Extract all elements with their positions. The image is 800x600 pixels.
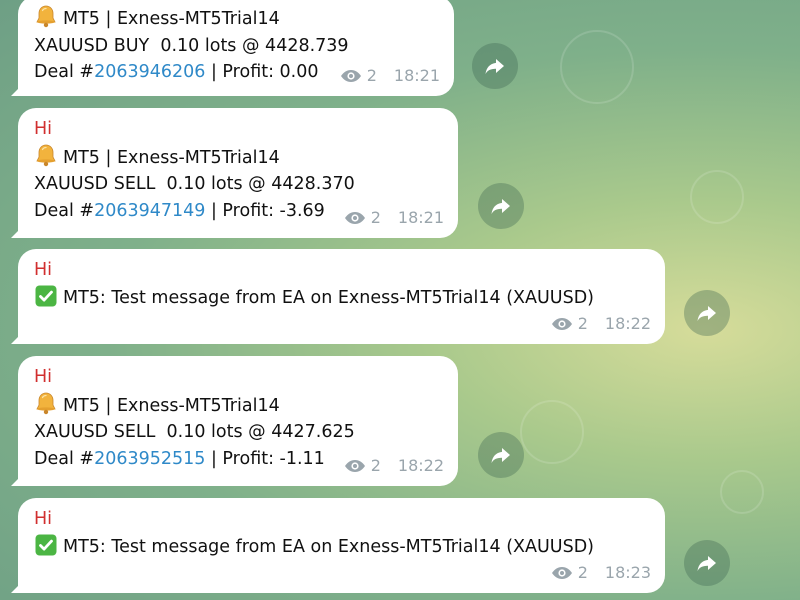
message-bubble[interactable]: Hi MT5 | Exness-MT5Trial14 XAUUSD SELL 0… <box>18 356 458 486</box>
deal-id-link[interactable]: 2063947149 <box>94 201 205 221</box>
background-doodle <box>720 470 764 514</box>
message-bubble[interactable]: Hi MT5 | Exness-MT5Trial14 XAUUSD SELL 0… <box>18 108 458 238</box>
background-doodle <box>520 400 584 464</box>
deal-id-link[interactable]: 2063946206 <box>94 62 205 82</box>
message-line: XAUUSD BUY 0.10 lots @ 4428.739 <box>34 35 349 56</box>
message-bubble[interactable]: MT5 | Exness-MT5Trial14 XAUUSD BUY 0.10 … <box>18 0 454 96</box>
message-time: 18:21 <box>393 65 440 85</box>
message-line: XAUUSD SELL 0.10 lots @ 4427.625 <box>34 422 355 442</box>
views-eye-icon <box>340 69 362 83</box>
view-count: 2 <box>577 562 588 582</box>
bell-icon <box>34 391 58 415</box>
view-count: 2 <box>577 313 588 333</box>
view-count: 2 <box>370 455 381 475</box>
view-count: 2 <box>366 65 377 85</box>
message-meta: 2 18:21 <box>340 63 440 90</box>
check-mark-icon <box>34 533 58 557</box>
views-eye-icon <box>344 459 366 473</box>
message-meta: 2 18:22 <box>551 311 651 338</box>
views-eye-icon <box>344 211 366 225</box>
forward-button[interactable] <box>478 432 524 478</box>
message-line: MT5 | Exness-MT5Trial14 <box>34 4 438 33</box>
message-bubble[interactable]: Hi MT5: Test message from EA on Exness-M… <box>18 249 665 344</box>
message-meta: 2 18:21 <box>344 205 444 232</box>
views-eye-icon <box>551 566 573 580</box>
message-line: MT5 | Exness-MT5Trial14 <box>34 391 442 420</box>
share-arrow-icon <box>489 443 513 467</box>
message-line: XAUUSD SELL 0.10 lots @ 4428.370 <box>34 174 355 194</box>
forward-button[interactable] <box>478 183 524 229</box>
share-arrow-icon <box>489 194 513 218</box>
message-line: MT5: Test message from EA on Exness-MT5T… <box>34 284 649 312</box>
sender-name[interactable]: Hi <box>34 257 649 284</box>
share-arrow-icon <box>695 301 719 325</box>
forward-button[interactable] <box>472 43 518 89</box>
message-time: 18:21 <box>397 207 444 227</box>
forward-button[interactable] <box>684 540 730 586</box>
background-doodle <box>560 30 634 104</box>
views-eye-icon <box>551 317 573 331</box>
sender-name[interactable]: Hi <box>34 116 442 143</box>
sender-name[interactable]: Hi <box>34 506 649 533</box>
deal-id-link[interactable]: 2063952515 <box>94 449 205 469</box>
sender-name[interactable]: Hi <box>34 364 442 391</box>
message-meta: 2 18:23 <box>551 560 651 587</box>
share-arrow-icon <box>483 54 507 78</box>
message-meta: 2 18:22 <box>344 453 444 480</box>
message-line: MT5: Test message from EA on Exness-MT5T… <box>34 533 649 561</box>
check-mark-icon <box>34 284 58 308</box>
background-doodle <box>690 170 744 224</box>
forward-button[interactable] <box>684 290 730 336</box>
message-time: 18:22 <box>397 455 444 475</box>
view-count: 2 <box>370 207 381 227</box>
bell-icon <box>34 4 58 28</box>
share-arrow-icon <box>695 551 719 575</box>
message-time: 18:22 <box>604 313 651 333</box>
message-time: 18:23 <box>604 562 651 582</box>
message-bubble[interactable]: Hi MT5: Test message from EA on Exness-M… <box>18 498 665 593</box>
message-line: MT5 | Exness-MT5Trial14 <box>34 143 442 172</box>
bell-icon <box>34 143 58 167</box>
